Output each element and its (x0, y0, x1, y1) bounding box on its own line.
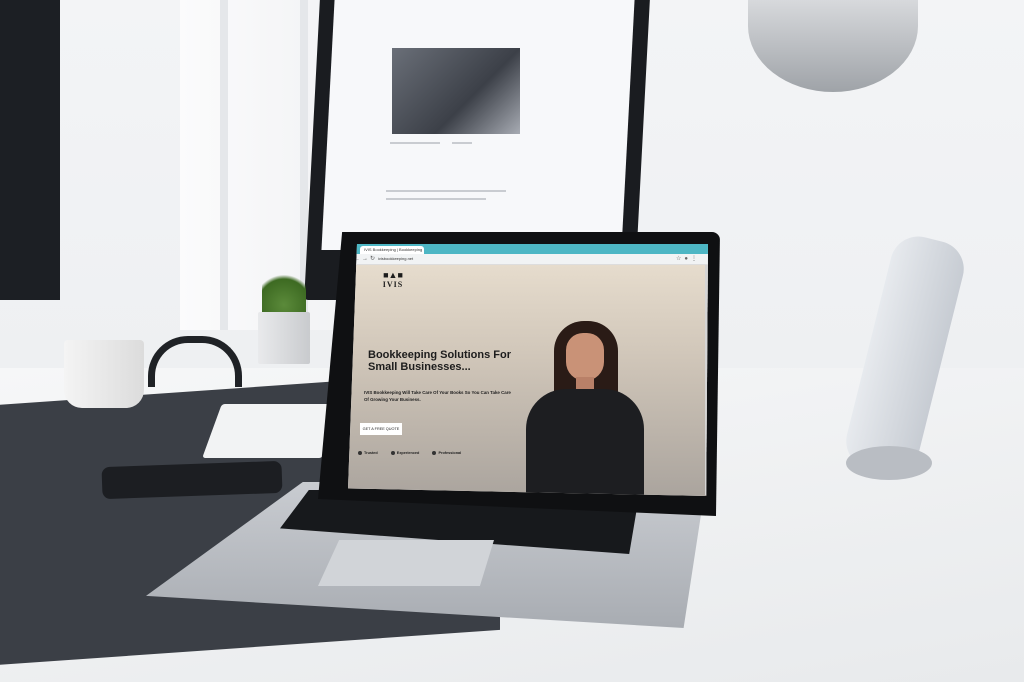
address-bar[interactable]: ←→↻ ivisbookkeeping.net ☆●⋮ (348, 254, 708, 265)
hero-portrait (526, 321, 646, 496)
hero-section: ■▲■ IVIS Bookkeeping Solutions For Small… (348, 265, 708, 496)
speaker-base (846, 446, 932, 480)
left-monitor (0, 0, 60, 300)
toolbar-icons[interactable]: ☆●⋮ (676, 255, 700, 262)
phone (101, 460, 283, 500)
logo-building-icon: ■▲■ (383, 270, 403, 280)
hero-headline: Bookkeeping Solutions For Small Business… (368, 349, 512, 373)
trust-badges: Trusted Experienced Professional (358, 451, 473, 455)
headphones (148, 336, 242, 387)
browser-window: IVIS Bookkeeping | Bookkeeping ←→↻ ivisb… (348, 244, 708, 496)
laptop-trackpad (318, 540, 494, 586)
badge-professional: Professional (432, 451, 461, 455)
url-text[interactable]: ivisbookkeeping.net (378, 256, 578, 261)
hero-subtext: IVIS Bookkeeping Will Take Care Of Your … (364, 390, 511, 402)
site-logo[interactable]: ■▲■ IVIS (378, 270, 408, 290)
nav-icons[interactable]: ←→↻ (354, 255, 377, 262)
mug (64, 340, 144, 408)
keyboard (202, 404, 342, 458)
browser-tab[interactable]: IVIS Bookkeeping | Bookkeeping (360, 246, 424, 254)
desk-lamp (748, 0, 918, 92)
plant (256, 268, 310, 364)
photo-scene: IVIS Bookkeeping | Bookkeeping ←→↻ ivisb… (0, 0, 1024, 682)
badge-trusted: Trusted (358, 451, 378, 455)
tab-strip: IVIS Bookkeeping | Bookkeeping (348, 244, 708, 254)
badge-experienced: Experienced (390, 451, 419, 455)
back-monitor-image (392, 48, 520, 134)
logo-text: IVIS (382, 280, 404, 289)
get-quote-button[interactable]: GET A FREE QUOTE (360, 423, 402, 435)
